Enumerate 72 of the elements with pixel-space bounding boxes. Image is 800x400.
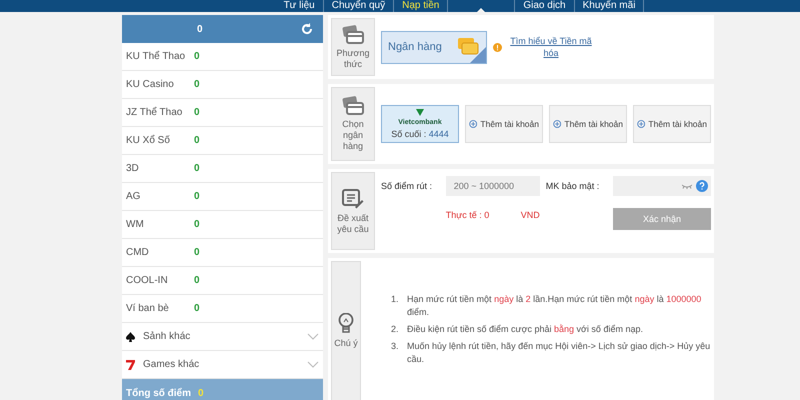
wallet-balance: 0 [194,247,200,258]
total-label: Tổng số điểm [126,388,192,398]
section-label: Chọn ngân hàng [341,119,365,152]
group-label: Games khác [143,359,200,370]
note-text: Điều kiện rút tiền số điểm cược phải bằng với số điểm nạp. [407,322,643,336]
note-text: Muốn hủy lệnh rút tiền, hãy đến mục Hội viên-> Lịch sử giao dịch-> Hủy yêu cầu. [407,340,711,366]
amount-field[interactable]: 200 ~ 1000000 [446,176,540,196]
wallet-name: WM [126,219,145,230]
chevron-icon [307,361,319,368]
wallet-name: 3D [126,163,140,174]
note-number: 3. [391,340,400,352]
plus-icon [553,118,562,130]
wallet-name: KU Casino [126,79,175,90]
group-toggle[interactable]: Sảnh khác [122,323,323,351]
help-icon[interactable] [696,180,708,192]
wallet-name: KU Thể Thao [126,51,186,62]
password-label: MK bảo mật : [546,181,600,191]
nav-tab[interactable]: Nạp tiền [394,0,448,12]
wallet-name: COOL-IN [126,275,169,286]
plus-icon [637,118,646,130]
section-label: Đề xuất yêu cầu [336,212,370,234]
payment-card-icon [342,24,364,44]
password-field[interactable] [613,176,711,196]
add-account-button[interactable]: Thêm tài khoản [633,105,711,143]
chevron-icon [307,333,319,340]
method-card[interactable]: Ngân hàng [381,30,487,64]
info-icon [493,42,502,52]
add-account-button[interactable]: Thêm tài khoản [465,105,543,143]
amount-label: Số điểm rút : [381,181,434,191]
eye-closed-icon[interactable] [682,184,692,188]
wallet-balance: 0 [194,107,200,118]
wallet-name: Ví ban bè [126,303,170,314]
note-number: 2. [391,322,400,336]
nav-tab[interactable]: Khuyến mãi [574,0,644,12]
wallet-name: JZ Thể Thao [126,107,184,118]
wallet-balance: 0 [194,219,200,230]
wallet-name: KU Xổ Số [126,135,171,146]
lightbulb-icon [338,313,354,335]
nav-tab[interactable]: Tư liệu [276,0,324,12]
note-number: 1. [391,292,400,306]
refresh-icon[interactable] [301,23,313,35]
wallet-balance: 0 [194,275,200,286]
last-digits: Số cuối : 4444 [391,129,449,139]
wallet-balance: 0 [194,51,200,62]
wallet-balance: 0 [194,79,200,90]
nav-tab[interactable]: Giao dịch [515,0,575,12]
spade-icon [126,332,135,342]
seven-icon [126,360,135,370]
nav-tab[interactable]: Chuyển quỹ [324,0,394,12]
crypto-info-link[interactable]: Tìm hiểu về Tiền mã hóa [508,35,594,59]
balance-value: 0 [197,24,203,34]
note-text: Hạn mức rút tiền một ngày là 2 lần.Hạn mức rút tiền một ngày là 1000000 điểm. [407,292,702,318]
total-value: 0 [198,388,204,398]
group-toggle[interactable]: Games khác [122,351,323,379]
wallet-balance: 0 [194,303,200,314]
form-edit-icon [342,188,364,210]
method-label: Ngân hàng [388,41,442,53]
group-label: Sảnh khác [143,331,192,342]
payment-card-icon [342,96,364,116]
section-label: Chú ý [334,338,358,349]
wallet-balance: 0 [194,191,200,202]
bank-logo-icon [416,109,424,116]
wallet-balance: 0 [194,135,200,146]
plus-icon [469,118,478,130]
add-account-button[interactable]: Thêm tài khoản [549,105,627,143]
cards-icon [456,37,480,57]
section-label: Phương thức [336,48,370,70]
wallet-name: AG [126,191,142,202]
wallet-name: CMD [126,247,150,258]
currency-label: VND [520,210,540,220]
wallet-balance: 0 [194,163,200,174]
actual-amount: Thực tế : 0 [446,210,490,220]
